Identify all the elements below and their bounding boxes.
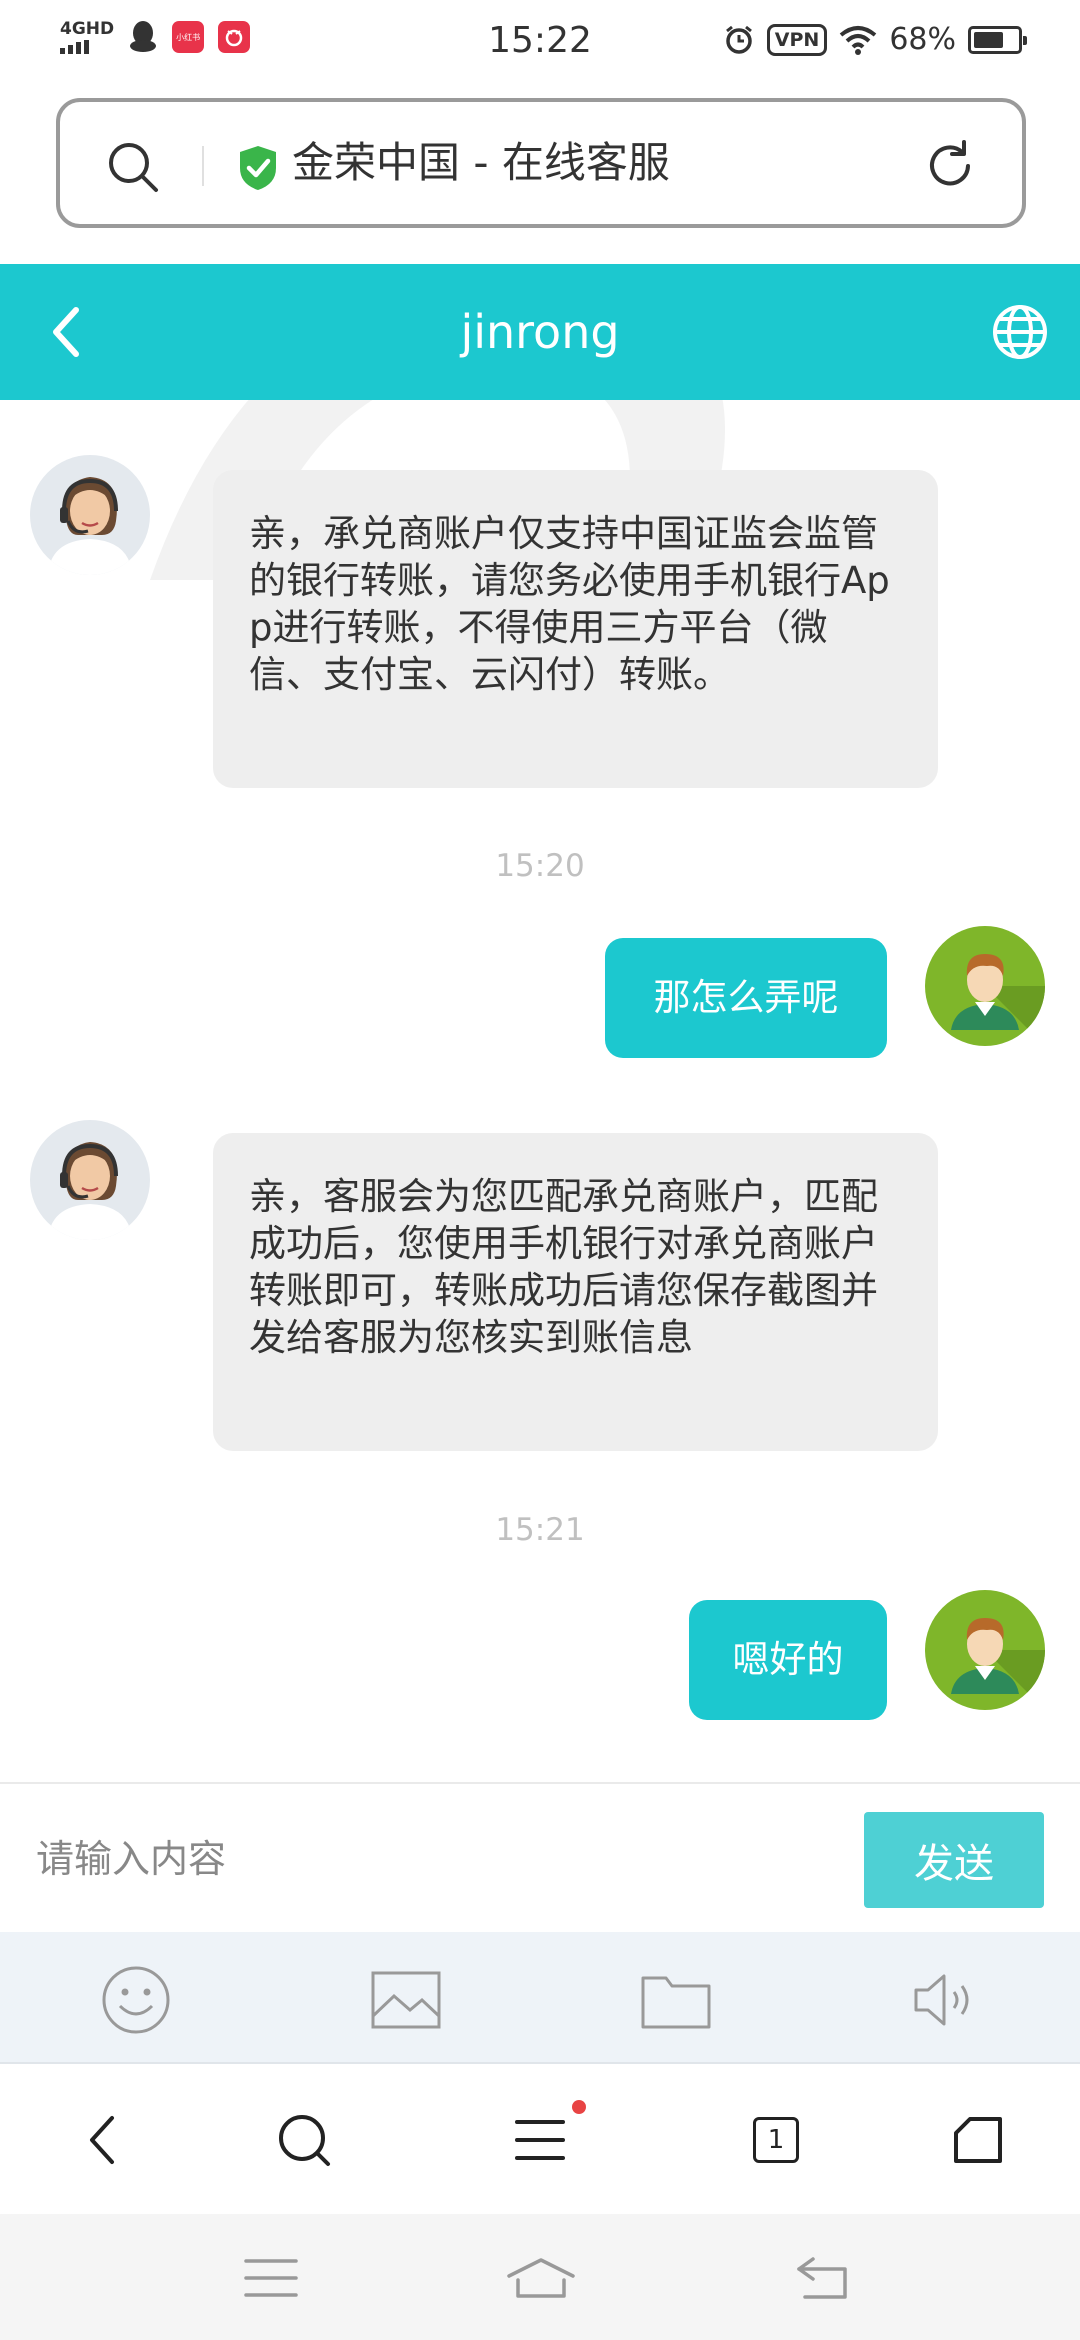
user-message-bubble: 那怎么弄呢 [605, 938, 887, 1058]
user-message-text: 嗯好的 [732, 1638, 844, 1681]
system-back-button[interactable] [788, 2248, 858, 2308]
battery-fill [974, 31, 1003, 48]
battery-icon [968, 25, 1027, 54]
agent-message-bubble: 亲，客服会为您匹配承兑商账户，匹配成功后，您使用手机银行对承兑商账户转账即可，转… [213, 1133, 938, 1451]
browser-menu-button[interactable] [508, 2100, 586, 2172]
voice-button[interactable] [908, 1962, 984, 2038]
user-avatar [925, 926, 1045, 1046]
browser-search-button[interactable] [272, 2108, 336, 2172]
return-arrow-icon [797, 2257, 847, 2299]
alarm-icon [725, 25, 752, 54]
emoji-icon [102, 1966, 170, 2034]
battery-percent: 68% [889, 22, 956, 57]
address-bar[interactable]: 金荣中国 - 在线客服 [56, 98, 1026, 228]
user-avatar [925, 1590, 1045, 1710]
image-button[interactable] [368, 1962, 444, 2038]
agent-avatar [30, 1120, 150, 1240]
chat-title: jinrong [460, 305, 620, 359]
tab-count-icon: 1 [753, 2117, 799, 2163]
chat-toolbar [0, 1932, 1080, 2064]
globe-icon[interactable] [990, 302, 1050, 362]
folder-icon [641, 1976, 711, 2029]
browser-home-button[interactable] [946, 2108, 1010, 2172]
voice-icon [914, 1974, 969, 2026]
home-icon [954, 2117, 1002, 2163]
status-bar: 4GHD 小红书 15:22 VPN 68% [0, 0, 1080, 84]
image-icon [371, 1971, 441, 2029]
user-message-bubble: 嗯好的 [689, 1600, 887, 1720]
browser-tabs-button[interactable]: 1 [744, 2108, 808, 2172]
recents-menu-icon [244, 2259, 298, 2297]
browser-back-button[interactable] [70, 2108, 134, 2172]
file-button[interactable] [638, 1962, 714, 2038]
emoji-button[interactable] [98, 1962, 174, 2038]
search-icon [279, 2115, 330, 2166]
system-menu-button[interactable] [236, 2248, 306, 2308]
address-divider [202, 146, 204, 186]
agent-avatar [30, 455, 150, 575]
system-nav-bar [0, 2214, 1080, 2340]
refresh-icon[interactable] [922, 138, 978, 194]
page-url-title[interactable]: 金荣中国 - 在线客服 [292, 132, 670, 194]
message-composer: 发送 [0, 1782, 1080, 1932]
shield-check-icon [240, 146, 276, 190]
home-outline-icon [507, 2258, 575, 2298]
send-button[interactable]: 发送 [864, 1812, 1044, 1908]
chevron-left-icon [90, 2116, 114, 2164]
message-timestamp: 15:20 [495, 848, 585, 884]
vpn-badge: VPN [766, 23, 828, 56]
chat-header: jinrong [0, 264, 1080, 400]
agent-message-bubble: 亲，承兑商账户仅支持中国证监会监管的银行转账，请您务必使用手机银行App进行转账… [213, 470, 938, 788]
agent-message-text: 亲，客服会为您匹配承兑商账户，匹配成功后，您使用手机银行对承兑商账户转账即可，转… [249, 1175, 878, 1359]
browser-nav-bar: 1 [0, 2064, 1080, 2214]
system-home-button[interactable] [506, 2248, 576, 2308]
message-timestamp: 15:21 [495, 1512, 585, 1548]
user-message-text: 那怎么弄呢 [653, 976, 839, 1019]
wifi-icon [840, 25, 877, 55]
agent-message-text: 亲，承兑商账户仅支持中国证监会监管的银行转账，请您务必使用手机银行App进行转账… [249, 512, 890, 696]
search-icon[interactable] [106, 140, 160, 194]
notification-dot [572, 2100, 586, 2114]
message-input[interactable] [36, 1814, 816, 1904]
menu-icon [515, 2120, 565, 2160]
